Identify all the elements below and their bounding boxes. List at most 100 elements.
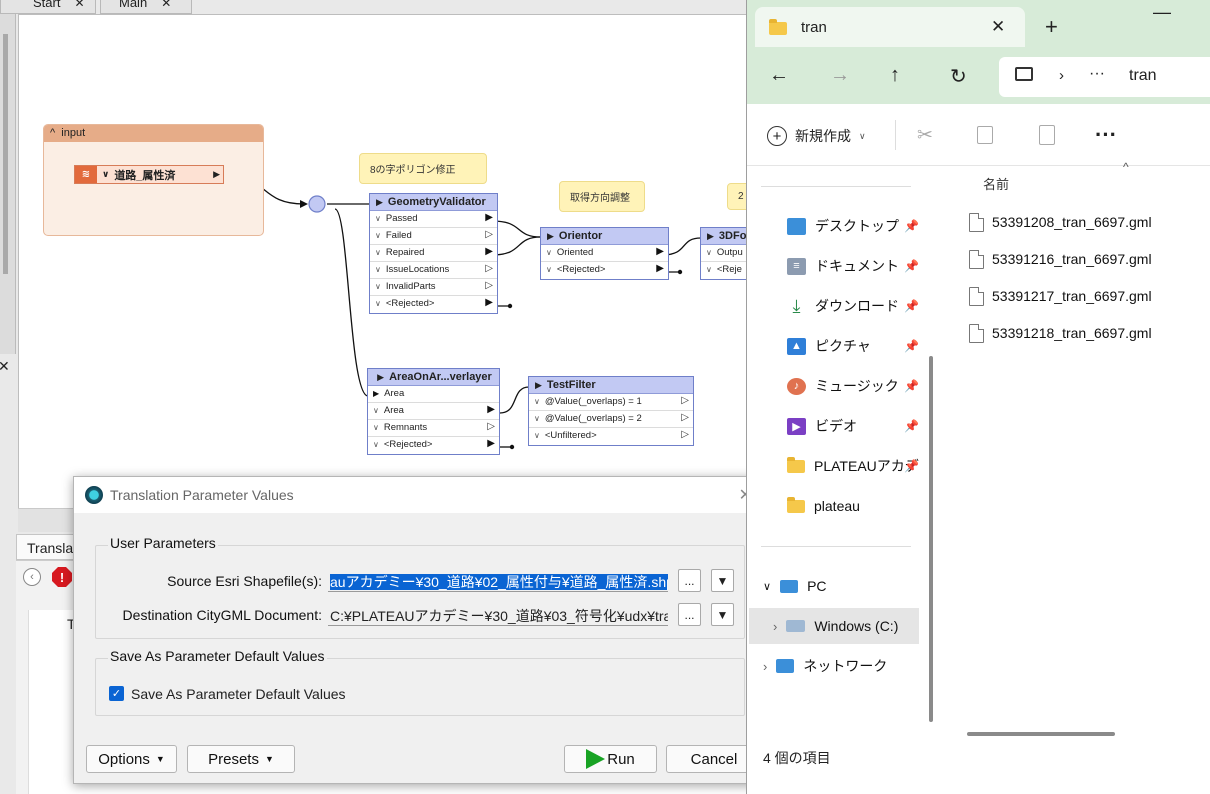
port-icon[interactable]: ▷ [681, 429, 689, 440]
nav-item-pc[interactable]: ∨ PC [763, 568, 903, 604]
forward-arrow-icon[interactable]: → [830, 64, 850, 87]
network-icon [776, 659, 795, 673]
scrollbar-thumb[interactable] [967, 732, 1115, 736]
copy-icon[interactable] [977, 126, 993, 144]
scrollbar-thumb[interactable] [929, 356, 933, 722]
nav-item-pictures[interactable]: ▲ ピクチャ 📌 [787, 328, 927, 364]
file-item[interactable]: 53391217_tran_6697.gml [969, 282, 1152, 310]
options-button[interactable]: Options ▼ [86, 745, 177, 773]
source-shapefile-input[interactable]: auアカデミー¥30_道路¥02_属性付与¥道路_属性済.shp [328, 570, 668, 592]
pin-icon[interactable]: 📌 [904, 219, 919, 233]
more-options-icon[interactable]: ··· [1095, 122, 1117, 148]
port-icon[interactable]: ▶ [485, 246, 493, 257]
port-icon[interactable]: ▷ [485, 229, 493, 240]
pin-icon[interactable]: 📌 [904, 459, 919, 473]
nav-item-desktop[interactable]: デスクトップ 📌 [787, 208, 927, 244]
tab-main[interactable]: Main ✕ [100, 0, 192, 14]
dropdown-button[interactable]: ▼ [711, 603, 734, 626]
transformer-geometry-validator[interactable]: GeometryValidator Passed▶ Failed▷ Repair… [369, 193, 498, 314]
scrollbar[interactable] [3, 34, 8, 274]
port-icon[interactable]: ▷ [485, 263, 493, 274]
dropdown-button[interactable]: ▼ [711, 569, 734, 592]
presets-button[interactable]: Presets ▼ [187, 745, 295, 773]
pin-icon[interactable]: 📌 [904, 339, 919, 353]
tab-translation-log[interactable]: Translation [16, 534, 76, 560]
nav-scrollbar[interactable] [927, 166, 935, 738]
workspace-canvas[interactable]: ^ input ≋ ∨ 道路_属性済 ▶ 8の字ポリゴン修正 取得方向調整 2 … [18, 14, 760, 508]
port-icon[interactable]: ▷ [487, 421, 495, 432]
port-icon[interactable]: ▷ [485, 280, 493, 291]
pin-icon[interactable]: 📌 [904, 299, 919, 313]
chevron-down-icon[interactable]: ∨ [763, 580, 771, 593]
back-icon[interactable]: ‹ [23, 568, 41, 586]
file-item[interactable]: 53391216_tran_6697.gml [969, 245, 1152, 273]
nav-item-plateau-academy[interactable]: PLATEAUアカデ 📌 [787, 448, 927, 484]
pin-icon[interactable]: 📌 [904, 419, 919, 433]
close-icon[interactable]: ✕ [161, 0, 171, 10]
error-filter-icon[interactable]: ! [52, 567, 72, 587]
port-dot [509, 444, 515, 450]
documents-icon: ≡ [787, 257, 806, 275]
nav-item-windows-drive[interactable]: › Windows (C:) [749, 608, 919, 644]
horizontal-scrollbar[interactable] [943, 724, 1210, 744]
group-title: User Parameters [108, 535, 218, 551]
breadcrumb-current[interactable]: tran [1129, 67, 1157, 85]
up-arrow-icon[interactable]: ↑ [890, 64, 900, 87]
breadcrumb-more[interactable]: ··· [1089, 65, 1105, 83]
new-tab-icon[interactable]: + [1045, 14, 1058, 40]
port-icon[interactable]: ▶ [656, 263, 664, 274]
port-icon[interactable]: ▷ [681, 412, 689, 423]
port-icon[interactable]: ▶ [656, 246, 664, 257]
port-icon[interactable]: ▷ [681, 395, 689, 406]
transformer-orientor[interactable]: Orientor Oriented▶ <Rejected>▶ [540, 227, 669, 280]
tab-main-label: Main [119, 0, 148, 10]
transformer-test-filter[interactable]: TestFilter @Value(_overlaps) = 1▷ @Value… [528, 376, 694, 446]
file-item[interactable]: 53391218_tran_6697.gml [969, 319, 1152, 347]
transformer-area-on-area-overlayer[interactable]: AreaOnAr...verlayer Area Area▶ Remnants▷… [367, 368, 500, 455]
cut-icon[interactable]: ✂ [917, 124, 933, 147]
save-defaults-checkbox[interactable]: ✓ [109, 686, 124, 701]
run-button[interactable]: Run [564, 745, 657, 773]
caret-down-icon: ▼ [264, 754, 274, 764]
output-port: Repaired▶ [370, 245, 497, 262]
paste-icon[interactable] [1039, 125, 1055, 145]
explorer-tab[interactable]: tran ✕ [755, 7, 1025, 47]
group-title: Save As Parameter Default Values [108, 648, 327, 664]
minimize-icon[interactable]: — [1153, 2, 1171, 23]
nav-item-videos[interactable]: ▶ ビデオ 📌 [787, 408, 927, 444]
play-icon [586, 749, 606, 769]
close-icon[interactable]: ✕ [0, 358, 10, 375]
port-icon[interactable]: ▶ [487, 438, 495, 449]
nav-item-downloads[interactable]: ⤓ ダウンロード 📌 [787, 288, 927, 324]
refresh-icon[interactable]: ↻ [950, 64, 967, 89]
destination-citygml-input[interactable]: C:¥PLATEAUアカデミー¥30_道路¥03_符号化¥udx¥tran [328, 604, 668, 626]
annotation-note[interactable]: 取得方向調整 [559, 181, 645, 212]
port-icon[interactable]: ▶ [485, 212, 493, 223]
reader-feature-type[interactable]: ≋ ∨ 道路_属性済 ▶ [74, 165, 224, 184]
pin-icon[interactable]: 📌 [904, 379, 919, 393]
port-icon[interactable]: ▶ [487, 404, 495, 415]
pin-icon[interactable]: 📌 [904, 259, 919, 273]
annotation-note[interactable]: 8の字ポリゴン修正 [359, 153, 487, 184]
column-header-name[interactable]: 名前 [983, 174, 1009, 193]
close-icon[interactable]: ✕ [991, 17, 1005, 37]
browse-button[interactable]: ... [678, 569, 701, 592]
new-button[interactable]: + 新規作成 ∨ [767, 126, 866, 146]
transformer-title: TestFilter [529, 377, 693, 394]
output-port: @Value(_overlaps) = 1▷ [529, 394, 693, 411]
file-item[interactable]: 53391208_tran_6697.gml [969, 208, 1152, 236]
nav-item-documents[interactable]: ≡ ドキュメント 📌 [787, 248, 927, 284]
close-icon[interactable]: ✕ [74, 0, 84, 10]
address-bar[interactable]: › ··· tran [999, 57, 1210, 97]
browse-button[interactable]: ... [678, 603, 701, 626]
chevron-right-icon[interactable]: › [773, 619, 777, 634]
output-port: Area▶ [368, 403, 499, 420]
nav-item-plateau[interactable]: plateau [787, 488, 927, 524]
port-icon[interactable]: ▶ [485, 297, 493, 308]
nav-item-music[interactable]: ♪ ミュージック 📌 [787, 368, 927, 404]
back-arrow-icon[interactable]: ← [769, 64, 789, 87]
folder-icon [769, 19, 787, 35]
tab-start[interactable]: Start ✕ [0, 0, 96, 14]
nav-item-network[interactable]: › ネットワーク [763, 648, 903, 684]
chevron-right-icon[interactable]: › [763, 659, 767, 674]
